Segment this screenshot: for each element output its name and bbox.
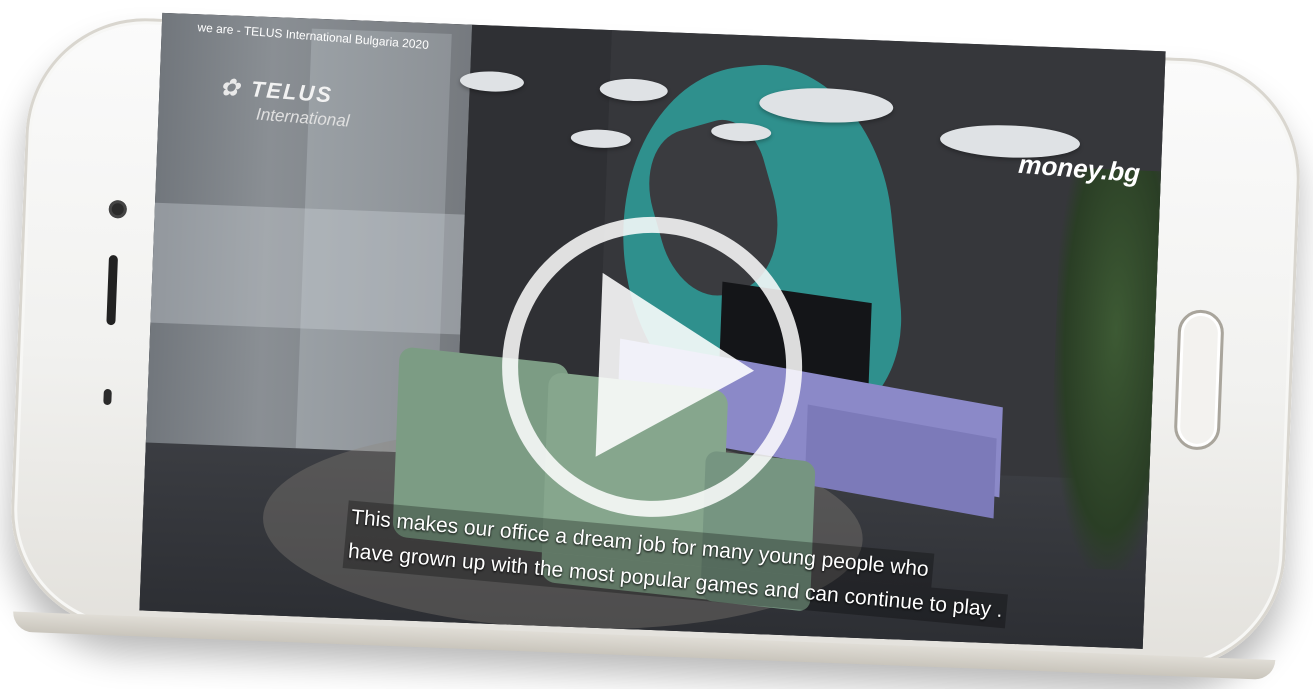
video-player-screen[interactable]: we are - TELUS International Bulgaria 20…: [139, 12, 1166, 649]
telus-logo-icon: ✿: [219, 74, 241, 102]
earpiece-speaker: [106, 254, 119, 326]
front-camera: [108, 199, 128, 219]
phone-mockup-scene: we are - TELUS International Bulgaria 20…: [0, 0, 1313, 689]
home-button[interactable]: [1173, 309, 1225, 451]
smartphone: we are - TELUS International Bulgaria 20…: [6, 12, 1305, 681]
proximity-sensor: [103, 388, 112, 406]
potted-plant: [1046, 167, 1166, 572]
play-icon: [595, 272, 758, 463]
frosted-band: [139, 201, 465, 335]
